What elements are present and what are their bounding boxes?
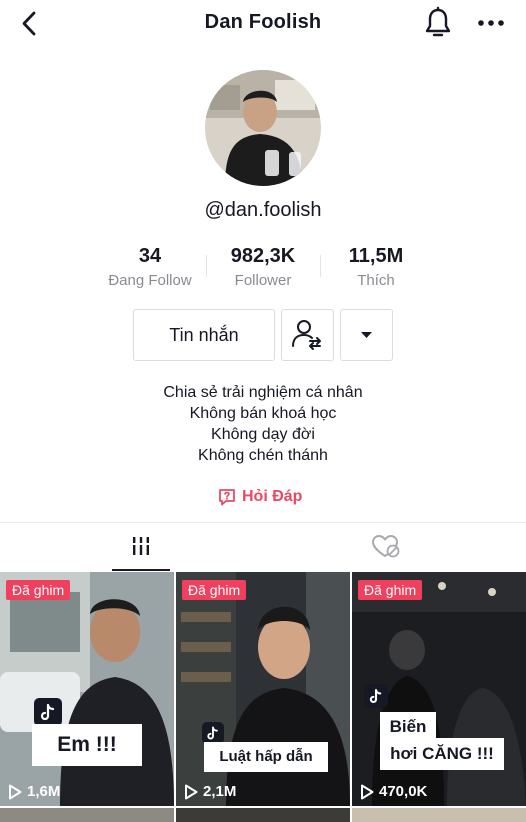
following-label: Đang Follow bbox=[108, 272, 192, 289]
qa-label: Hỏi Đáp bbox=[242, 488, 303, 505]
question-bubble-icon bbox=[219, 489, 235, 506]
video-thumbnail[interactable] bbox=[0, 808, 174, 822]
liked-hidden-icon bbox=[372, 535, 400, 558]
avatar[interactable] bbox=[205, 70, 321, 186]
pinned-badge: Đã ghim bbox=[358, 580, 423, 600]
video-thumbnail[interactable]: Đã ghim Luật hấp dẫn 2,1M bbox=[176, 572, 350, 806]
bell-icon bbox=[425, 6, 451, 37]
grid-icon bbox=[133, 537, 149, 555]
follower-count: 982,3K bbox=[230, 245, 296, 267]
active-tab-indicator bbox=[112, 569, 170, 571]
stats-row: 34 Đang Follow 982,3K Follower 11,5M Thí… bbox=[0, 243, 526, 293]
username: @dan.foolish bbox=[204, 199, 322, 221]
more-dropdown-button[interactable] bbox=[340, 309, 393, 361]
following-count: 34 bbox=[138, 245, 162, 267]
video-grid: Đã ghim Em !!! 1,6M Đã ghim Luật hấp dẫn bbox=[0, 572, 526, 822]
stats-divider bbox=[320, 255, 321, 277]
stats-divider bbox=[206, 255, 207, 277]
pinned-badge: Đã ghim bbox=[182, 580, 247, 600]
video-thumbnail[interactable] bbox=[352, 808, 526, 822]
message-button[interactable]: Tin nhắn bbox=[133, 309, 275, 361]
more-icon bbox=[478, 20, 504, 26]
tabs-divider bbox=[0, 522, 526, 523]
likes-label: Thích bbox=[357, 272, 395, 289]
add-friend-icon bbox=[292, 320, 321, 350]
likes-count: 11,5M bbox=[348, 245, 404, 267]
video-thumbnail-image bbox=[0, 572, 174, 806]
following-stat[interactable]: 34 Đang Follow bbox=[95, 243, 205, 291]
avatar-photo bbox=[205, 70, 321, 186]
view-count-label: 470,0K bbox=[379, 783, 428, 800]
follower-label: Follower bbox=[234, 272, 292, 289]
view-count: 470,0K bbox=[360, 783, 427, 800]
play-icon bbox=[9, 784, 22, 799]
view-count: 1,6M bbox=[8, 783, 60, 800]
view-count-label: 1,6M bbox=[27, 783, 61, 800]
play-icon bbox=[185, 784, 198, 799]
bio-line: Không chén thánh bbox=[198, 447, 328, 464]
tab-videos[interactable] bbox=[112, 523, 170, 571]
tiktok-logo-icon bbox=[34, 698, 62, 726]
bio-line: Không bán khoá học bbox=[189, 405, 337, 422]
bio-line: Chia sẻ trải nghiệm cá nhân bbox=[163, 384, 363, 401]
caret-down-icon bbox=[361, 332, 372, 338]
video-caption: Luật hấp dẫn bbox=[204, 742, 328, 772]
view-count-label: 2,1M bbox=[203, 783, 237, 800]
bio: Chia sẻ trải nghiệm cá nhân Không bán kh… bbox=[0, 382, 526, 466]
video-caption-line: hơi CĂNG !!! bbox=[380, 738, 504, 770]
qa-link[interactable]: Hỏi Đáp bbox=[218, 486, 302, 508]
likes-stat[interactable]: 11,5M Thích bbox=[321, 243, 431, 291]
friend-button[interactable] bbox=[281, 309, 334, 361]
top-bar: Dan Foolish bbox=[0, 0, 526, 48]
view-count: 2,1M bbox=[184, 783, 236, 800]
bio-line: Không dạy đời bbox=[211, 426, 315, 443]
video-thumbnail[interactable]: Đã ghim Biến hơi CĂNG !!! 470,0K bbox=[352, 572, 526, 806]
tiktok-logo-icon bbox=[364, 684, 388, 708]
play-icon bbox=[361, 784, 374, 799]
video-caption: Em !!! bbox=[32, 724, 142, 766]
tiktok-logo-icon bbox=[202, 722, 224, 744]
notification-button[interactable] bbox=[422, 6, 454, 40]
pinned-badge: Đã ghim bbox=[6, 580, 71, 600]
more-options-button[interactable] bbox=[474, 8, 508, 38]
video-thumbnail[interactable] bbox=[176, 808, 350, 822]
follower-stat[interactable]: 982,3K Follower bbox=[208, 243, 318, 291]
tab-liked[interactable] bbox=[360, 523, 410, 571]
video-thumbnail[interactable]: Đã ghim Em !!! 1,6M bbox=[0, 572, 174, 806]
